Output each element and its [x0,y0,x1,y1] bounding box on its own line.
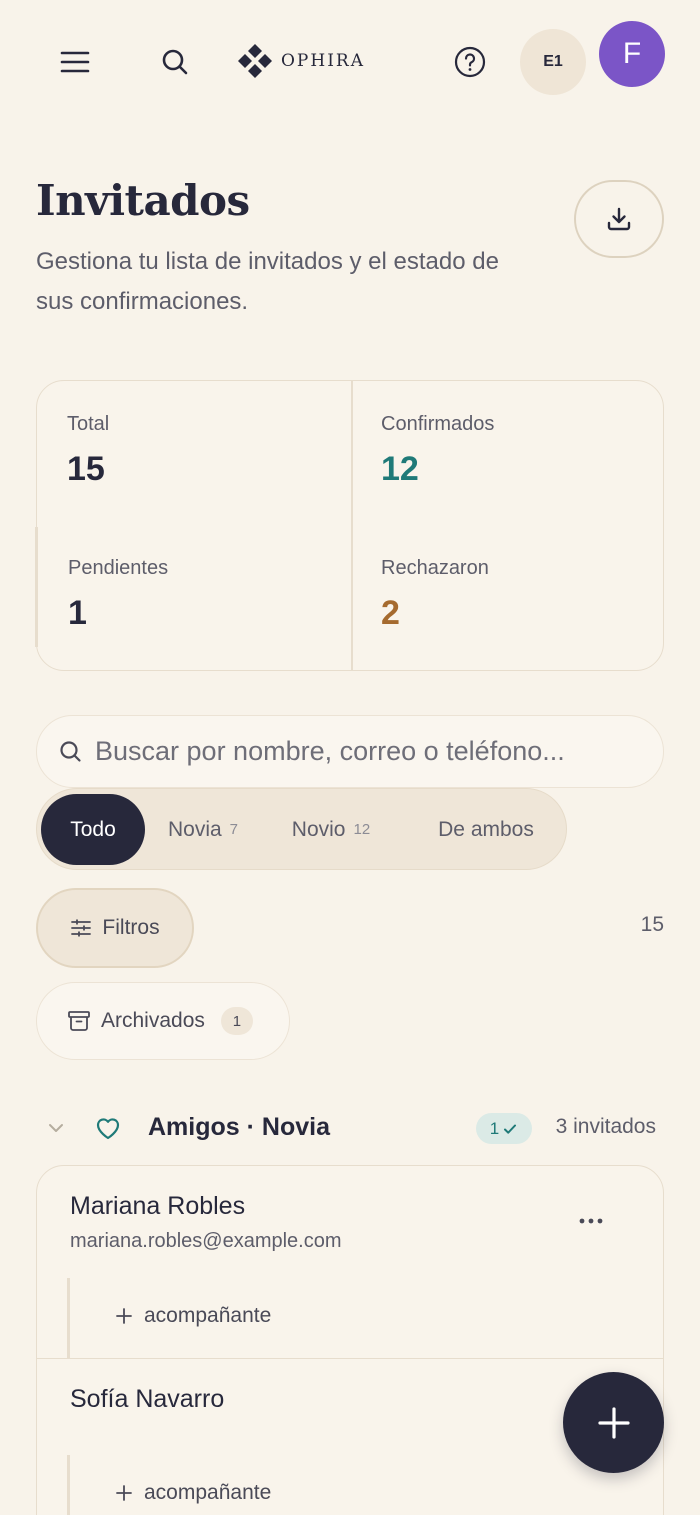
stat-pending-value: 1 [68,594,87,632]
stat-pending-label: Pendientes [68,557,169,579]
page-subtitle: Gestiona tu lista de invitados y el esta… [36,248,499,315]
guests-screen: OPHIRA E1 F Invitados Gestiona tu lista … [0,0,700,1515]
stat-pending: Pendientes 1 [68,557,168,633]
heart-icon [96,1118,120,1140]
tab-de-ambos-label: De ambos [438,817,534,841]
guest-name: Mariana Robles [70,1192,246,1220]
stat-rejected-label: Rechazaron [381,557,489,579]
tab-novio-count: 12 [353,821,371,838]
chevron-down-icon[interactable] [44,1116,68,1140]
user-avatar[interactable]: F [599,21,665,87]
stat-rejected: Rechazaron 2 [381,557,489,633]
guest-more-button[interactable] [571,1206,611,1236]
tab-novia-label: Novia [167,817,222,841]
search-button[interactable] [152,40,198,84]
top-bar: OPHIRA E1 F [0,0,700,120]
archived-label: Archivados [101,1009,205,1032]
more-horizontal-icon [579,1218,603,1224]
brand-name: OPHIRA [281,51,365,71]
stat-confirmed-value: 12 [381,450,419,488]
side-filter-tabs: Todo Novia 7 Novio 12 De ambos [36,788,567,870]
download-icon [607,207,631,231]
tab-novia[interactable]: Novia 7 [153,794,253,865]
help-button[interactable] [448,40,492,84]
stat-total: Total 15 [67,413,109,489]
stat-total-value: 15 [67,450,105,488]
stats-accent-line [35,527,38,647]
guest-email: mariana.robles@example.com [70,1230,342,1252]
guest-group-header[interactable]: Amigos · Novia 1 3 invitados [36,1106,664,1152]
group-confirmed-count: 1 [489,1118,500,1138]
stat-confirmed: Confirmados 12 [381,413,494,489]
help-circle-icon [454,46,486,78]
add-companion-button[interactable]: acompañante [116,1481,271,1505]
group-title: Amigos · Novia [148,1113,330,1141]
stat-total-label: Total [67,413,110,435]
guest-name: Sofía Navarro [70,1385,225,1413]
search-input[interactable] [95,736,635,767]
sliders-icon [71,919,92,937]
page-title: Invitados [36,176,250,225]
plus-icon [116,1308,132,1324]
result-count: 15 [640,913,664,936]
stats-divider [351,381,353,670]
companion-section: acompañante [67,1278,271,1358]
guest-list-card: Mariana Robles mariana.robles@example.co… [36,1165,664,1515]
filters-label: Filtros [102,916,160,939]
tab-todo[interactable]: Todo [41,794,145,865]
group-guest-count: 3 invitados [555,1115,656,1138]
search-bar [36,715,664,788]
add-companion-button[interactable]: acompañante [116,1304,271,1328]
tab-todo-label: Todo [70,817,116,841]
menu-button[interactable] [52,40,98,84]
add-companion-label: acompañante [144,1304,272,1327]
tab-novia-count: 7 [229,821,239,838]
plus-icon [116,1485,132,1501]
hamburger-menu-icon [60,51,90,73]
plus-icon [597,1406,630,1439]
group-confirmed-badge: 1 [476,1113,532,1144]
tab-novio[interactable]: Novio 12 [279,794,383,865]
search-icon [162,49,188,75]
download-button[interactable] [574,180,664,258]
stat-confirmed-label: Confirmados [381,413,495,435]
event-switcher-button[interactable]: E1 [520,29,586,95]
check-icon [504,1124,517,1134]
companion-section: acompañante [67,1455,271,1515]
guest-row[interactable]: Mariana Robles mariana.robles@example.co… [37,1166,663,1359]
add-guest-fab[interactable] [563,1372,664,1473]
add-companion-label: acompañante [144,1481,272,1504]
filters-button[interactable]: Filtros [36,888,194,968]
tab-novio-label: Novio [291,817,346,841]
search-icon [60,740,81,762]
archived-button[interactable]: Archivados 1 [36,982,290,1060]
stat-rejected-value: 2 [381,594,400,632]
archived-count-badge: 1 [220,1007,253,1035]
stats-card: Total 15 Confirmados 12 Pendientes 1 Rec… [35,380,664,671]
brand-logo[interactable]: OPHIRA [237,42,365,80]
brand-mark-icon [238,44,272,78]
tab-de-ambos[interactable]: De ambos [415,794,557,865]
archive-box-icon [68,1011,90,1031]
